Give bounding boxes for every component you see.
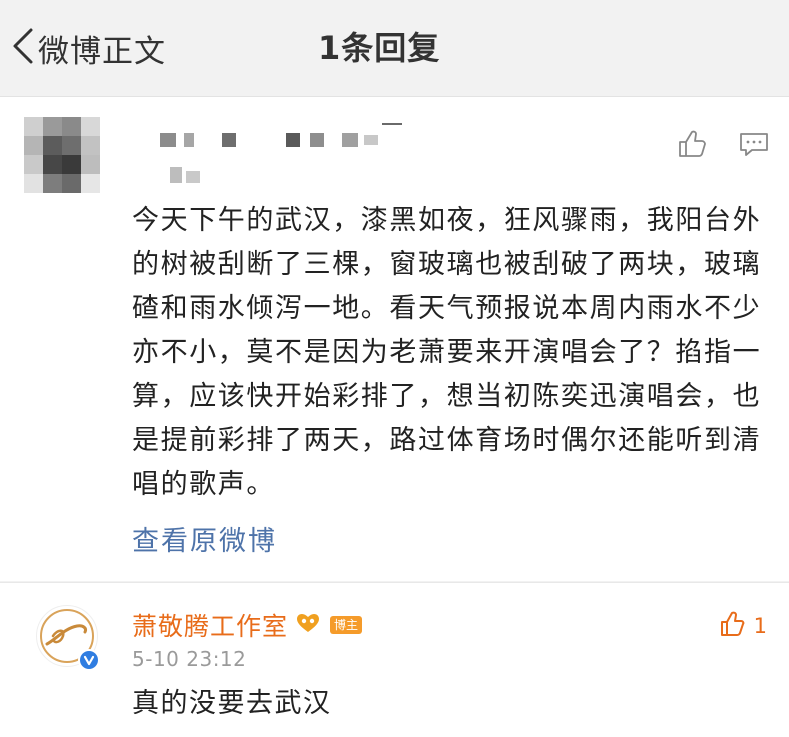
post-actions <box>675 127 771 161</box>
verified-icon <box>78 649 100 671</box>
host-badge: 博主 <box>330 616 363 634</box>
reply-timestamp: 5-10 23:12 <box>132 647 247 671</box>
page-title: 1条回复 <box>318 29 441 67</box>
like-icon[interactable] <box>675 127 709 161</box>
comment-icon[interactable] <box>737 127 771 161</box>
reply-author-name[interactable]: 萧敬腾工作室 <box>132 607 288 643</box>
reply-author-row: 萧敬腾工作室 博主 <box>132 607 363 643</box>
post-text: 今天下午的武汉，漆黑如夜，狂风骤雨，我阳台外的树被刮断了三棵，窗玻璃也被刮破了两… <box>132 205 762 500</box>
username-blurred <box>160 119 420 189</box>
reply-like-button[interactable]: 1 <box>718 609 767 643</box>
original-post-card: 今天下午的武汉，漆黑如夜，狂风骤雨，我阳台外的树被刮断了三棵，窗玻璃也被刮破了两… <box>0 97 789 581</box>
top-bar: 微博正文 1条回复 <box>0 0 789 97</box>
reply-item: 萧敬腾工作室 博主 5-10 23:12 真的没要去武汉 1 <box>0 582 789 737</box>
back-label: 微博正文 <box>38 33 166 70</box>
back-button[interactable]: 微博正文 <box>10 22 166 74</box>
reply-text: 真的没要去武汉 <box>132 688 332 719</box>
view-original-link[interactable]: 查看原微博 <box>132 519 277 558</box>
chevron-left-icon <box>10 26 36 70</box>
like-icon <box>718 609 748 643</box>
avatar[interactable] <box>24 117 100 193</box>
like-count: 1 <box>753 614 767 638</box>
fan-badge-icon <box>294 611 322 639</box>
